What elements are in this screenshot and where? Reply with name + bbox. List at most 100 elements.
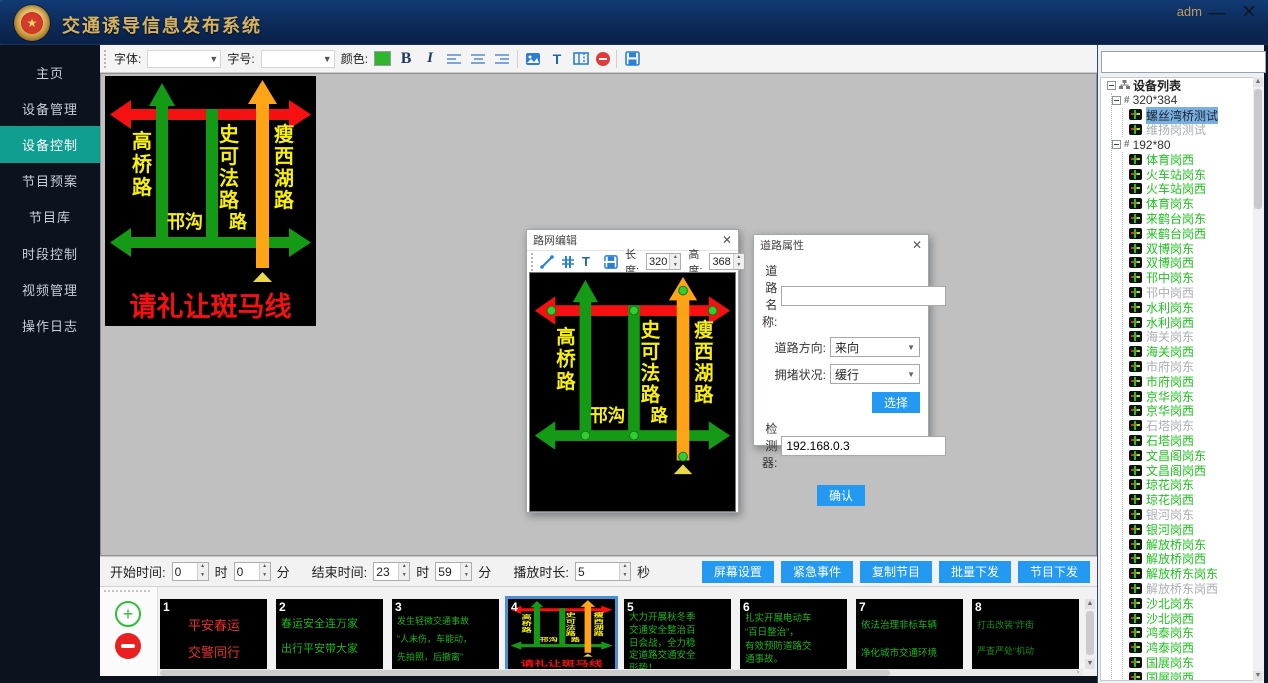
sidebar-item-0[interactable]: 主页 (0, 54, 100, 90)
spinner-arrows[interactable]: ▲▼ (197, 563, 208, 580)
program-thumbnail-7[interactable]: 依法治理非标车辆净化城市交通环境7 (856, 599, 963, 669)
sidebar-item-5[interactable]: 时段控制 (0, 235, 100, 271)
duration-spinner[interactable]: 5 ▲▼ (575, 562, 631, 581)
tree-device-item[interactable]: 国展岗东 (1123, 655, 1253, 670)
scroll-up-arrow[interactable]: ▲ (1085, 599, 1095, 609)
tree-device-item[interactable]: 火车站岗东 (1123, 167, 1253, 182)
spinner-arrows[interactable]: ▲▼ (733, 254, 744, 269)
tree-device-item[interactable]: 京华岗西 (1123, 404, 1253, 419)
tree-device-item[interactable]: 邗中岗西 (1123, 285, 1253, 300)
road-node-handle[interactable] (679, 452, 688, 461)
program-thumbnail-8[interactable]: 打击改装“炸街严查严处“机动8 (972, 599, 1079, 669)
tree-device-item[interactable]: 文昌阁岗西 (1123, 463, 1253, 478)
tree-device-item[interactable]: 琼花岗西 (1123, 492, 1253, 507)
scroll-up-arrow[interactable]: ▲ (1253, 77, 1263, 87)
tree-device-item[interactable]: 解放桥东岗西 (1123, 581, 1253, 596)
road-node-handle[interactable] (708, 306, 717, 315)
tree-device-item[interactable]: 双博岗西 (1123, 256, 1253, 271)
screen-settings-button[interactable]: 屏幕设置 (702, 561, 774, 583)
tree-device-item[interactable]: 石塔岗东 (1123, 418, 1253, 433)
program-thumbnail-3[interactable]: 发生轻微交通事故“人未伤，车能动，先拍照，后撤离”3 (392, 599, 499, 669)
color-swatch[interactable] (374, 51, 391, 66)
close-icon[interactable]: ✕ (912, 238, 922, 252)
lane-tool-button[interactable] (561, 254, 575, 270)
tree-device-item[interactable]: 海关岗东 (1123, 330, 1253, 345)
tree-root[interactable]: 设备列表 (1101, 78, 1253, 93)
emergency-event-button[interactable]: 紧急事件 (781, 561, 853, 583)
italic-button[interactable]: I (421, 49, 439, 69)
sidebar-item-3[interactable]: 节目预案 (0, 163, 100, 199)
road-direction-select[interactable]: 来向 ▼ (830, 337, 920, 357)
sidebar-item-7[interactable]: 操作日志 (0, 307, 100, 343)
road-network-canvas[interactable]: 高桥路史可法路瘦西湖路邗沟路 (529, 272, 736, 512)
start-hour-spinner[interactable]: 0 ▲▼ (172, 562, 209, 581)
draw-road-button[interactable] (540, 254, 554, 270)
scrollbar-thumb[interactable] (1086, 611, 1094, 655)
spinner-arrows[interactable]: ▲▼ (398, 563, 409, 580)
end-hour-spinner[interactable]: 23 ▲▼ (373, 562, 410, 581)
text-tool-button[interactable]: T (582, 254, 590, 270)
tree-device-item[interactable]: 水利岗西 (1123, 315, 1253, 330)
tree-device-item[interactable]: 来鹤台岗西 (1123, 226, 1253, 241)
height-spinner[interactable]: 368 ▲▼ (709, 253, 744, 270)
tree-device-item[interactable]: 螺丝湾桥测试 (1123, 108, 1253, 123)
program-thumbnail-2[interactable]: 春运安全连万家出行平安带大家2 (276, 599, 383, 669)
vertical-scrollbar[interactable]: ▲ ▼ (1085, 599, 1095, 669)
scrollbar-thumb[interactable] (1254, 89, 1262, 209)
insert-image-button[interactable] (524, 49, 542, 69)
spinner-arrows[interactable]: ▲▼ (669, 254, 680, 269)
collapse-icon[interactable] (1107, 81, 1116, 90)
remove-program-button[interactable] (115, 633, 141, 659)
text-tool-button[interactable]: T (548, 49, 566, 69)
road-node-handle[interactable] (547, 306, 556, 315)
tree-device-item[interactable]: 银河岗东 (1123, 507, 1253, 522)
tree-device-item[interactable]: 体育岗西 (1123, 152, 1253, 167)
tree-device-item[interactable]: 双博岗东 (1123, 241, 1253, 256)
program-thumbnail-6[interactable]: 扎实开展电动车“百日整治”，有效预防道路交通事故。6 (740, 599, 847, 669)
close-icon[interactable]: ✕ (722, 233, 732, 247)
road-node-handle[interactable] (630, 306, 639, 315)
align-right-button[interactable] (493, 49, 511, 69)
collapse-icon[interactable] (1112, 96, 1121, 105)
tree-device-item[interactable]: 解放桥岗东 (1123, 537, 1253, 552)
add-program-button[interactable]: + (115, 601, 141, 627)
sidebar-item-6[interactable]: 视频管理 (0, 271, 100, 307)
tree-device-item[interactable]: 琼花岗东 (1123, 478, 1253, 493)
tree-device-item[interactable]: 石塔岗西 (1123, 433, 1253, 448)
program-send-button[interactable]: 节目下发 (1018, 561, 1090, 583)
congestion-select[interactable]: 缓行 ▼ (830, 364, 920, 384)
tree-group-192*80[interactable]: #192*80 (1112, 137, 1253, 152)
road-node-handle[interactable] (679, 286, 688, 295)
tree-device-item[interactable]: 国展岗西 (1123, 670, 1253, 681)
tree-device-item[interactable]: 鸿泰岗西 (1123, 640, 1253, 655)
spinner-arrows[interactable]: ▲▼ (259, 563, 270, 580)
road-node-handle[interactable] (581, 431, 590, 440)
tree-device-item[interactable]: 解放桥岗西 (1123, 552, 1253, 567)
font-size-select[interactable]: ▼ (261, 50, 335, 68)
program-thumbnail-5[interactable]: 大力开展秋冬季交通安全整治百日会战，全力稳定道路交通安全形势！5 (624, 599, 731, 669)
confirm-button[interactable]: 确认 (817, 485, 865, 506)
spinner-arrows[interactable]: ▲▼ (460, 563, 471, 580)
select-detector-button[interactable]: 选择 (872, 392, 920, 413)
tree-device-item[interactable]: 来鹤台岗东 (1123, 211, 1253, 226)
device-search-input[interactable] (1101, 51, 1266, 73)
close-icon[interactable]: ✕ (1236, 2, 1262, 24)
tree-device-item[interactable]: 水利岗东 (1123, 300, 1253, 315)
tree-device-item[interactable]: 邗中岗东 (1123, 270, 1253, 285)
tree-device-item[interactable]: 沙北岗东 (1123, 596, 1253, 611)
sidebar-item-4[interactable]: 节目库 (0, 199, 100, 235)
screen-split-button[interactable] (572, 49, 590, 69)
sidebar-item-2[interactable]: 设备控制 (0, 126, 100, 162)
save-button[interactable] (623, 49, 641, 69)
minimize-icon[interactable]: — (1204, 2, 1230, 24)
program-thumbnail-4[interactable]: 高桥路史可法路瘦西湖路邗沟路请礼让斑马线4 (508, 599, 615, 669)
tree-device-item[interactable]: 银河岗西 (1123, 522, 1253, 537)
tree-device-item[interactable]: 文昌阁岗东 (1123, 448, 1253, 463)
tree-device-item[interactable]: 市府岗东 (1123, 359, 1253, 374)
tree-device-item[interactable]: 京华岗东 (1123, 389, 1253, 404)
tree-group-320*384[interactable]: #320*384 (1112, 93, 1253, 108)
tree-device-item[interactable]: 沙北岗西 (1123, 611, 1253, 626)
tree-device-item[interactable]: 维扬岗测试 (1123, 122, 1253, 137)
program-thumbnail-1[interactable]: 平安春运交警同行1 (160, 599, 267, 669)
end-minute-spinner[interactable]: 59 ▲▼ (435, 562, 472, 581)
